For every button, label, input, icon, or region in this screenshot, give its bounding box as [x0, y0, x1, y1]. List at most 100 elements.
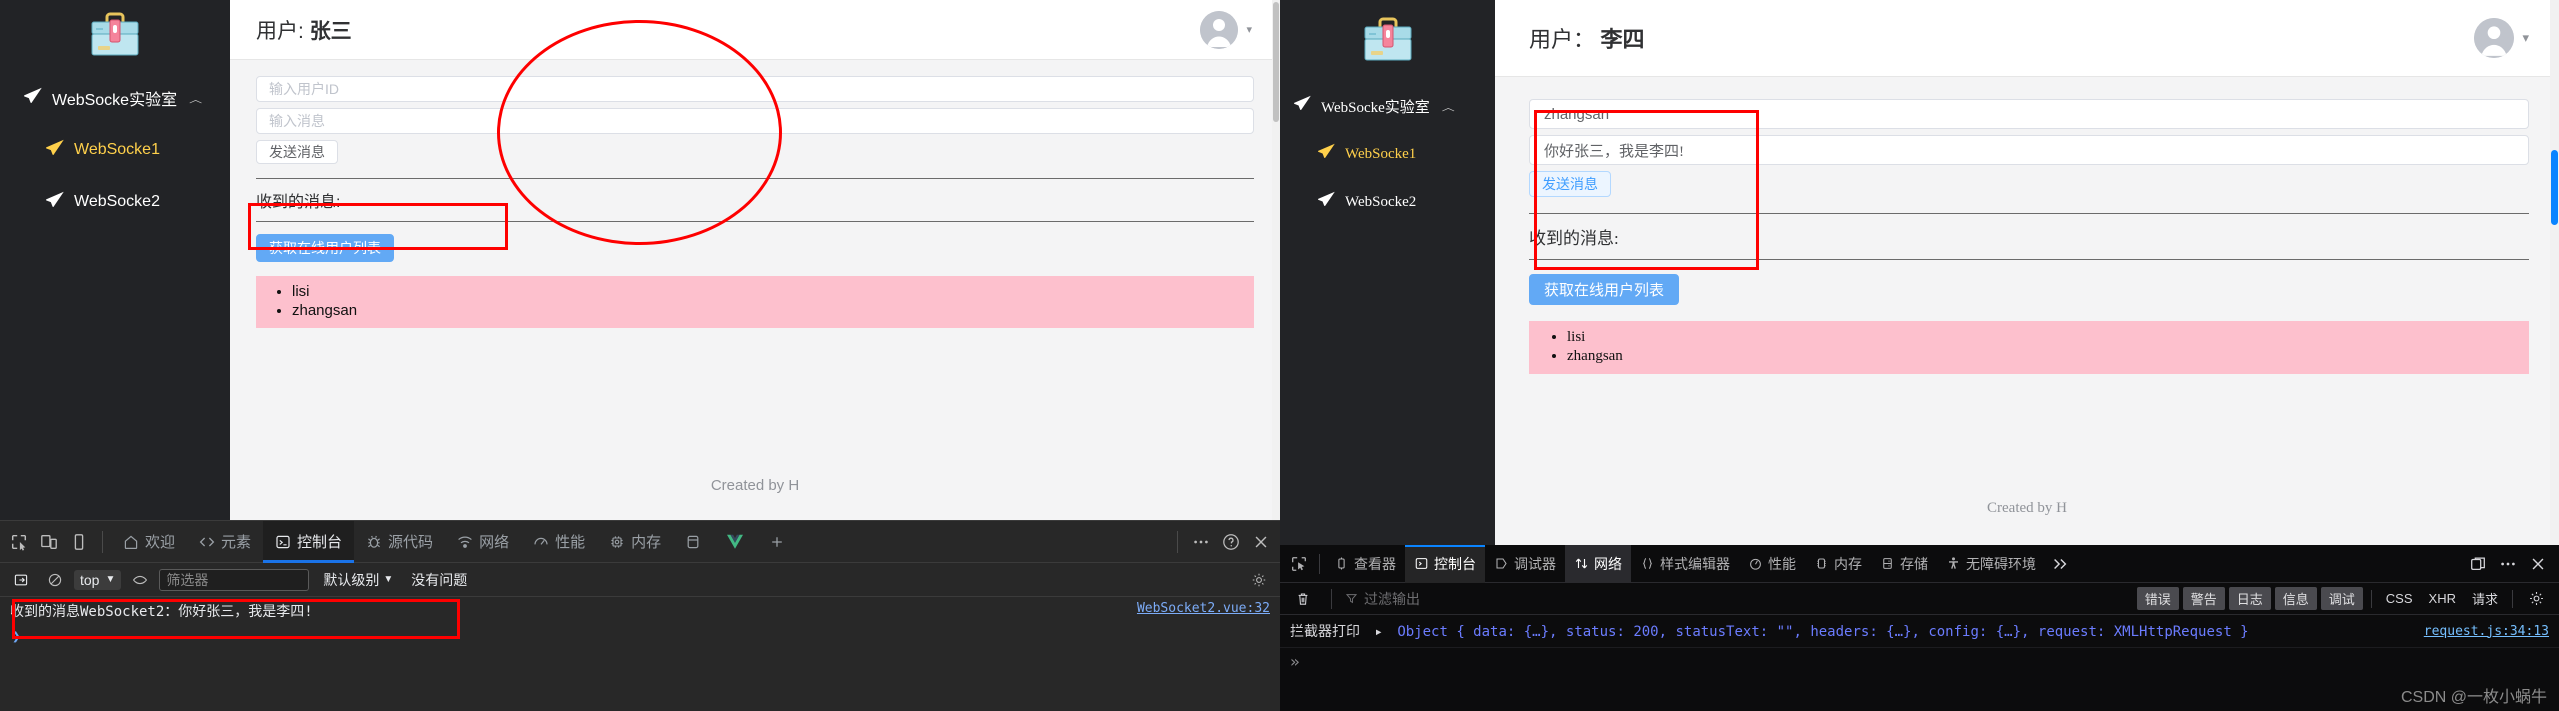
user-id-input[interactable]: zhangsan — [1529, 99, 2529, 129]
tab-console[interactable]: 控制台 — [1405, 544, 1485, 583]
filter-pill-logs[interactable]: 日志 — [2228, 587, 2271, 610]
filter-pill-xhr[interactable]: XHR — [2423, 589, 2462, 608]
fetch-online-users-button[interactable]: 获取在线用户列表 — [1529, 274, 1680, 305]
gear-icon[interactable] — [1244, 565, 1274, 595]
console-filter-input[interactable]: 过滤输出 — [1345, 589, 1420, 609]
message-input[interactable]: 你好张三，我是李四! — [1529, 135, 2529, 165]
tab-console[interactable]: 控制台 — [263, 520, 355, 563]
home-icon — [124, 535, 138, 549]
paper-plane-icon — [46, 139, 64, 162]
send-message-button[interactable]: 发送消息 — [1529, 171, 1611, 197]
tab-label: 网络 — [1594, 555, 1622, 572]
console-prompt[interactable]: » — [1280, 648, 2559, 675]
filter-pill-info[interactable]: 信息 — [2274, 587, 2317, 610]
filter-pill-debug[interactable]: 调试 — [2320, 587, 2363, 610]
sidebar-item-websocke2[interactable]: WebSocke2 — [1280, 178, 1495, 226]
sidebar-item-websocke-lab[interactable]: WebSocke实验室 ︿ — [1280, 82, 1495, 130]
device-icon[interactable] — [64, 527, 94, 557]
tab-label: 无障碍环境 — [1966, 555, 2036, 572]
scrollbar-thumb[interactable] — [2551, 150, 2558, 225]
devtools-tab-bar: 查看器 控制台 调试器 网络 样式编辑器 性能 内存 存储 无障碍环境 — [1280, 544, 2559, 583]
pill-divider — [2370, 589, 2372, 608]
chevron-down-icon: ▼ — [105, 574, 116, 585]
filter-pill-css[interactable]: CSS — [2380, 589, 2419, 608]
message-input[interactable]: 输入消息 — [256, 108, 1254, 134]
more-icon[interactable] — [1186, 527, 1216, 557]
user-id-input[interactable]: 输入用户ID — [256, 76, 1254, 102]
console-prompt[interactable]: ❯ — [0, 625, 1280, 647]
console-message-row[interactable]: 拦截器打印 ▸ Object { data: {…}, status: 200,… — [1280, 615, 2559, 648]
tab-performance[interactable]: 性能 — [1739, 545, 1805, 583]
live-expression-icon[interactable] — [125, 565, 155, 595]
tab-label: 元素 — [221, 534, 252, 551]
console-filter-placeholder: 过滤输出 — [1364, 590, 1420, 607]
sidebar-item-websocke1[interactable]: WebSocke1 — [0, 124, 230, 176]
tab-inspector[interactable]: 查看器 — [1325, 545, 1405, 583]
funnel-icon — [1345, 594, 1358, 604]
tab-application[interactable] — [673, 521, 713, 563]
sidebar-item-websocke-lab[interactable]: WebSocke实验室 ︿ — [0, 72, 230, 124]
console-sidebar-icon[interactable] — [6, 565, 36, 595]
tab-sources[interactable]: 源代码 — [354, 521, 445, 563]
add-panel-button[interactable] — [757, 521, 797, 563]
tab-elements[interactable]: 元素 — [187, 521, 263, 563]
tab-performance[interactable]: 性能 — [521, 521, 597, 563]
close-icon[interactable] — [2523, 549, 2553, 579]
chevrons-right-icon[interactable] — [2045, 549, 2075, 579]
sidebar-item-websocke2[interactable]: WebSocke2 — [0, 176, 230, 228]
chevron-down-icon: ▼ — [383, 574, 394, 585]
tab-label: 内存 — [631, 534, 662, 551]
send-message-button[interactable]: 发送消息 — [256, 140, 338, 164]
filter-pill-errors[interactable]: 错误 — [2136, 587, 2179, 610]
tab-memory[interactable]: 内存 — [597, 521, 673, 563]
list-item: zhangsan — [292, 302, 1254, 321]
network-icon — [1575, 558, 1588, 569]
tab-memory[interactable]: 内存 — [1805, 545, 1871, 583]
console-source-link[interactable]: request.js:34:13 — [2424, 624, 2549, 639]
list-item: lisi — [1567, 328, 2529, 347]
filter-pill-requests[interactable]: 请求 — [2466, 587, 2504, 610]
more-icon[interactable] — [2493, 549, 2523, 579]
element-picker-icon[interactable] — [1284, 549, 1314, 579]
tab-style-editor[interactable]: 样式编辑器 — [1631, 545, 1739, 583]
console-object-text: Object { data: {…}, status: 200, statusT… — [1397, 624, 2249, 640]
page-scrollbar[interactable] — [1272, 0, 1280, 520]
tab-label: 存储 — [1900, 555, 1928, 572]
console-source-link[interactable]: WebSocket2.vue:32 — [1137, 601, 1270, 616]
tab-network[interactable]: 网络 — [445, 521, 521, 563]
sidebar-item-label: WebSocke1 — [1345, 145, 1417, 162]
chevron-down-icon: ▾ — [2522, 30, 2529, 45]
right-user-menu[interactable]: ▾ — [2474, 18, 2529, 58]
gear-icon[interactable] — [2521, 584, 2551, 614]
help-icon[interactable] — [1216, 527, 1246, 557]
tab-network[interactable]: 网络 — [1565, 544, 1631, 583]
scrollbar-thumb[interactable] — [1273, 2, 1279, 122]
tab-welcome[interactable]: 欢迎 — [111, 521, 187, 563]
close-icon[interactable] — [1246, 527, 1276, 557]
log-level-selector[interactable]: 默认级别 ▼ — [323, 570, 393, 590]
tab-accessibility[interactable]: 无障碍环境 — [1937, 545, 2045, 583]
dock-icon[interactable] — [2463, 549, 2493, 579]
inspect-icon[interactable] — [4, 527, 34, 557]
tab-debugger[interactable]: 调试器 — [1485, 545, 1565, 583]
toolbox-icon — [1364, 17, 1411, 61]
tab-storage[interactable]: 存储 — [1871, 545, 1937, 583]
tab-vue-devtools[interactable] — [713, 521, 757, 563]
tab-label: 性能 — [1768, 555, 1796, 572]
trash-icon[interactable] — [1288, 584, 1318, 614]
sidebar-item-label: WebSocke2 — [74, 193, 160, 210]
execution-context-selector[interactable]: top ▼ — [74, 569, 122, 590]
console-icon — [1415, 558, 1428, 569]
filter-pill-warnings[interactable]: 警告 — [2182, 587, 2225, 610]
sidebar-item-label: WebSocke1 — [74, 141, 160, 158]
sidebar-item-websocke1[interactable]: WebSocke1 — [1280, 130, 1495, 178]
left-user-menu[interactable]: ▾ — [1200, 10, 1252, 49]
clear-console-icon[interactable] — [40, 565, 70, 595]
console-message-row[interactable]: 收到的消息WebSocket2：你好张三，我是李四! WebSocket2.vu… — [0, 597, 1280, 625]
console-filter-input[interactable]: 筛选器 — [159, 568, 310, 591]
page-scrollbar[interactable] — [2550, 0, 2559, 545]
fetch-online-users-button[interactable]: 获取在线用户列表 — [256, 234, 394, 262]
disclosure-triangle-icon[interactable]: ▸ — [1374, 624, 1382, 640]
device-toolbar-icon[interactable] — [34, 527, 64, 557]
console-message-text: 收到的消息WebSocket2：你好张三，我是李四! — [10, 604, 313, 620]
